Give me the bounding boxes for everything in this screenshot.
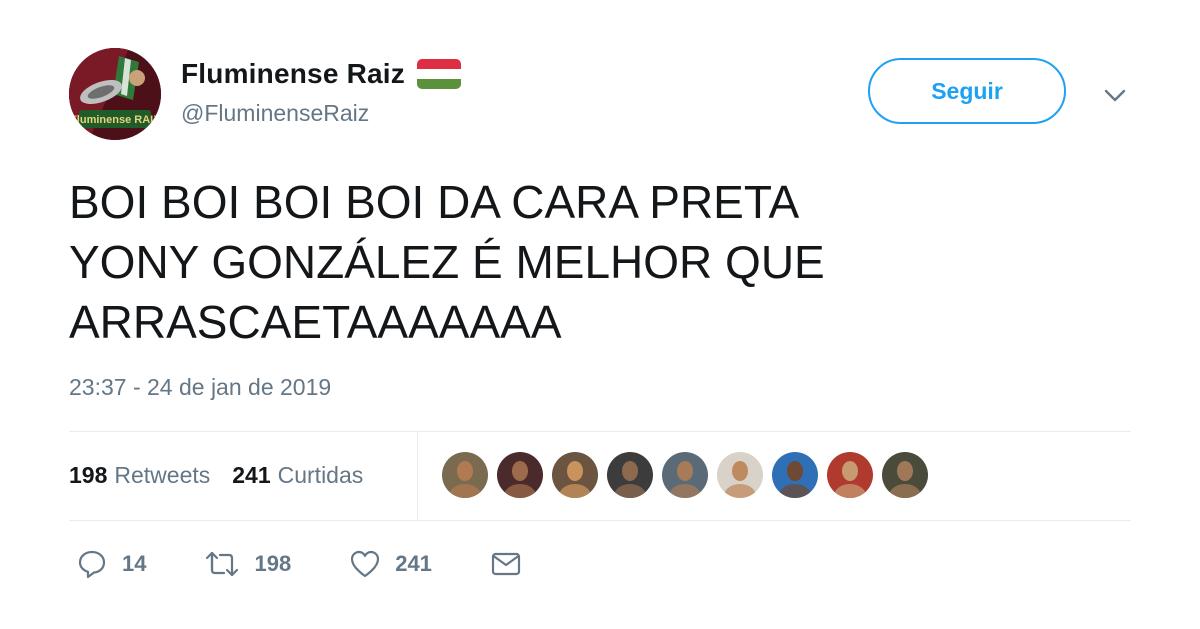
avatar-text: Fluminense RAIZ <box>70 114 160 126</box>
tweet-actions: 14 198 241 <box>76 546 580 582</box>
liker-avatar-image <box>442 452 488 498</box>
retweet-button[interactable]: 198 <box>204 548 291 580</box>
tweet-text-line: YONY GONZÁLEZ É MELHOR QUE <box>69 236 825 288</box>
avatar-image: Fluminense RAIZ <box>69 48 161 140</box>
liker-avatar[interactable] <box>827 452 873 498</box>
liker-avatar-image <box>662 452 708 498</box>
liker-avatars <box>442 452 937 498</box>
liker-avatar[interactable] <box>607 452 653 498</box>
envelope-icon <box>491 552 521 576</box>
tweet-text-line: ARRASCAETAAAAAAA <box>69 296 562 348</box>
flag-stripe-white <box>416 69 461 79</box>
reply-button[interactable]: 14 <box>76 548 146 580</box>
direct-message-button[interactable] <box>490 548 522 580</box>
retweets-stat[interactable]: 198 Retweets <box>69 462 210 489</box>
liker-avatar[interactable] <box>717 452 763 498</box>
like-button[interactable]: 241 <box>349 548 432 580</box>
tweet-text-line: BOI BOI BOI BOI DA CARA PRETA <box>69 176 800 228</box>
retweets-count: 198 <box>69 461 108 488</box>
likes-count: 241 <box>232 461 271 488</box>
more-options-button[interactable] <box>1100 80 1130 110</box>
liker-avatar[interactable] <box>882 452 928 498</box>
liker-avatar-image <box>827 452 873 498</box>
stats-divider <box>417 432 418 520</box>
tweet-timestamp[interactable]: 23:37 - 24 de jan de 2019 <box>69 374 331 401</box>
retweet-count: 198 <box>254 551 292 576</box>
divider <box>69 520 1131 521</box>
liker-avatar[interactable] <box>497 452 543 498</box>
retweet-icon <box>206 551 239 577</box>
liker-avatar-image <box>552 452 598 498</box>
retweets-label: Retweets <box>114 461 211 488</box>
likes-label: Curtidas <box>277 461 364 488</box>
display-name[interactable]: Fluminense Raiz <box>181 58 405 90</box>
liker-avatar-image <box>717 452 763 498</box>
user-handle[interactable]: @FluminenseRaiz <box>181 100 369 127</box>
liker-avatar[interactable] <box>772 452 818 498</box>
tweet-stats: 198 Retweets 241 Curtidas <box>69 452 385 498</box>
liker-avatar-image <box>882 452 928 498</box>
tweet-text: BOI BOI BOI BOI DA CARA PRETA YONY GONZÁ… <box>69 172 1129 352</box>
chevron-down-icon <box>1104 89 1126 102</box>
like-count: 241 <box>395 551 432 576</box>
follow-button[interactable]: Seguir <box>868 58 1066 124</box>
flag-stripe-red <box>416 59 461 69</box>
avatar[interactable]: Fluminense RAIZ <box>69 48 161 140</box>
reply-count: 14 <box>122 551 147 576</box>
likes-stat[interactable]: 241 Curtidas <box>232 462 363 489</box>
tweet-card: Fluminense RAIZ Fluminense Raiz @Flumine… <box>0 0 1200 629</box>
heart-icon <box>351 550 380 578</box>
hungary-flag-emoji <box>416 59 461 89</box>
liker-avatar[interactable] <box>442 452 488 498</box>
liker-avatar-image <box>497 452 543 498</box>
liker-avatar[interactable] <box>662 452 708 498</box>
reply-icon <box>78 550 106 579</box>
liker-avatar-image <box>772 452 818 498</box>
liker-avatar[interactable] <box>552 452 598 498</box>
user-name-row: Fluminense Raiz <box>181 57 461 91</box>
divider <box>69 431 1131 432</box>
flag-stripe-green <box>416 79 461 89</box>
liker-avatar-image <box>607 452 653 498</box>
